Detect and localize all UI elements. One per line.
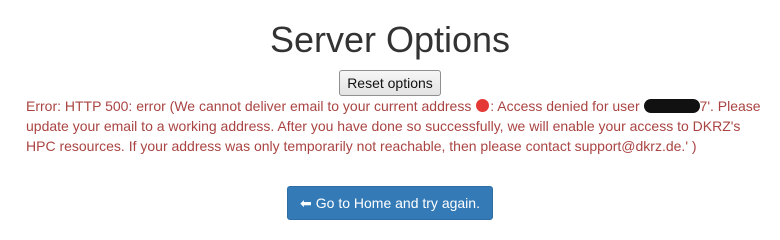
go-home-label: Go to Home and try again. — [315, 195, 480, 211]
arrow-left-icon: ⬅ — [300, 195, 312, 211]
page-title: Server Options — [269, 19, 511, 60]
redacted-username — [643, 99, 700, 113]
server-options-page: Server Options Reset options Error: HTTP… — [0, 0, 780, 240]
error-message: Error: HTTP 500: error (We cannot delive… — [26, 96, 766, 156]
reset-options-button[interactable]: Reset options — [339, 70, 441, 96]
go-home-button[interactable]: ⬅ Go to Home and try again. — [287, 186, 493, 220]
error-text-middle: : Access denied for user — [490, 98, 644, 114]
error-text-prefix: Error: HTTP 500: error (We cannot delive… — [26, 98, 476, 114]
redacted-address-icon — [476, 99, 490, 112]
